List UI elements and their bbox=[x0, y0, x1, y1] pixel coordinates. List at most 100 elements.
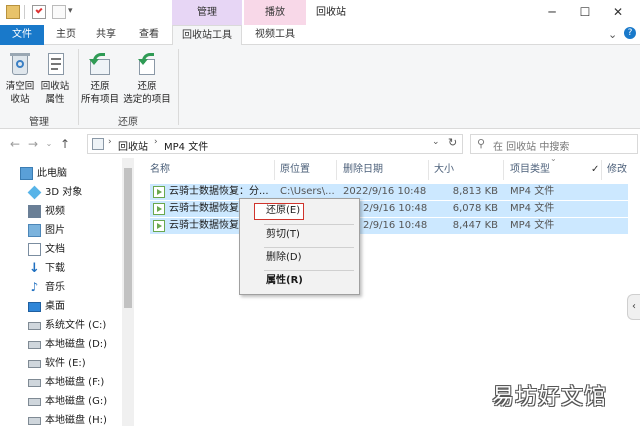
column-header-date-deleted[interactable]: 删除日期 bbox=[343, 158, 383, 182]
ribbon-collapse-icon[interactable]: ⌄ bbox=[608, 28, 617, 41]
recycle-bin-properties-button[interactable]: 回收站 属性 bbox=[38, 51, 72, 106]
menu-item-cut[interactable]: 剪切(T) bbox=[240, 225, 359, 245]
restore-selected-icon bbox=[134, 51, 160, 77]
column-divider[interactable] bbox=[274, 160, 275, 180]
file-size: 8,813 KB bbox=[452, 186, 498, 197]
download-arrow-icon: ↓ bbox=[29, 261, 40, 276]
sort-chevron-icon: ⌄ bbox=[550, 154, 557, 163]
group-divider bbox=[178, 49, 179, 125]
column-header-modified[interactable]: 修改 bbox=[607, 158, 627, 182]
address-bar[interactable]: › 回收站 › MP4 文件 ⌄ ↻ bbox=[87, 134, 463, 154]
empty-recycle-bin-button[interactable]: 清空回 收站 bbox=[3, 51, 37, 106]
recent-dropdown-icon[interactable]: ⌄ bbox=[42, 137, 56, 151]
item-type: MP4 文件 bbox=[510, 220, 555, 231]
table-row[interactable]: 云骑士数据恢复： 2/9/16 10:48 6,078 KB MP4 文件 bbox=[150, 201, 628, 217]
recycle-bin-small-icon bbox=[92, 138, 104, 150]
forward-arrow-icon[interactable]: → bbox=[26, 137, 40, 151]
computer-icon bbox=[20, 167, 33, 180]
side-expand-icon[interactable]: ‹ bbox=[627, 294, 640, 320]
tab-file[interactable]: 文件 bbox=[0, 25, 44, 45]
column-divider[interactable] bbox=[336, 160, 337, 180]
folder-icon[interactable] bbox=[6, 5, 20, 19]
column-header-name[interactable]: 名称 bbox=[150, 158, 170, 182]
search-icon: ⚲ bbox=[477, 137, 486, 150]
window-title: 回收站 bbox=[316, 7, 346, 18]
watermark: 易坊好文馆 bbox=[492, 385, 608, 410]
ribbon: 清空回 收站 回收站 属性 管理 还原 所有项目 还原 选定的项目 还原 bbox=[0, 45, 640, 129]
menu-item-properties[interactable]: 属性(R) bbox=[240, 271, 359, 291]
search-box[interactable]: ⚲ 在 回收站 中搜索 bbox=[470, 134, 638, 154]
drive-icon bbox=[28, 417, 41, 425]
group-label-restore: 还原 bbox=[118, 117, 138, 128]
tab-share[interactable]: 共享 bbox=[88, 25, 124, 45]
sidebar-scroll-thumb[interactable] bbox=[124, 168, 132, 308]
tab-view[interactable]: 查看 bbox=[130, 25, 168, 45]
search-placeholder: 在 回收站 中搜索 bbox=[493, 142, 570, 153]
navigation-pane: 此电脑 3D 对象 视频 图片 文档 ↓ 下载 ♪ 音乐 桌面 系统文件 (C:… bbox=[0, 158, 136, 426]
ribbon-tab-row: 文件 主页 共享 查看 回收站工具 视频工具 ⌄ ? bbox=[0, 25, 640, 46]
tab-recycle-bin-tools[interactable]: 回收站工具 bbox=[172, 25, 242, 46]
tab-video-tools[interactable]: 视频工具 bbox=[244, 25, 306, 45]
properties-check-icon[interactable] bbox=[32, 5, 46, 19]
column-divider[interactable] bbox=[601, 160, 602, 180]
column-header-size[interactable]: 大小 bbox=[434, 158, 454, 182]
new-folder-icon[interactable] bbox=[52, 5, 66, 19]
drive-icon bbox=[28, 398, 41, 406]
menu-item-delete[interactable]: 删除(D) bbox=[240, 248, 359, 268]
sidebar-scrollbar[interactable] bbox=[122, 158, 134, 426]
bin-properties-label: 回收站 属性 bbox=[40, 81, 70, 105]
column-check-icon[interactable]: ✓ bbox=[591, 164, 599, 175]
column-divider[interactable] bbox=[503, 160, 504, 180]
column-divider[interactable] bbox=[428, 160, 429, 180]
drive-icon bbox=[28, 341, 41, 349]
drive-icon bbox=[28, 322, 41, 330]
video-file-icon bbox=[153, 186, 165, 198]
music-note-icon: ♪ bbox=[30, 280, 39, 294]
divider bbox=[24, 5, 25, 19]
recycle-bin-icon bbox=[7, 51, 33, 77]
column-header-item-type[interactable]: 项目类型 bbox=[510, 158, 550, 182]
group-label-manage: 管理 bbox=[29, 117, 49, 128]
desktop-icon bbox=[28, 302, 41, 312]
context-tab-manage[interactable]: 管理 bbox=[172, 0, 242, 25]
close-button[interactable]: ✕ bbox=[596, 0, 640, 25]
group-divider bbox=[78, 49, 79, 125]
properties-icon bbox=[42, 51, 68, 77]
file-size: 6,078 KB bbox=[452, 203, 498, 214]
restore-all-icon bbox=[87, 51, 113, 77]
drive-icon bbox=[28, 379, 41, 387]
breadcrumb-recycle-bin[interactable]: 回收站 bbox=[118, 138, 148, 153]
menu-item-restore[interactable]: 还原(E) bbox=[240, 201, 359, 221]
item-type: MP4 文件 bbox=[510, 186, 555, 197]
documents-folder-icon bbox=[28, 243, 41, 256]
qat-dropdown-icon[interactable]: ▾ bbox=[68, 6, 73, 16]
breadcrumb-chevron-icon: › bbox=[154, 137, 158, 147]
restore-selected-button[interactable]: 还原 选定的项目 bbox=[120, 51, 174, 106]
breadcrumb-mp4-files[interactable]: MP4 文件 bbox=[164, 138, 208, 153]
refresh-icon[interactable]: ↻ bbox=[448, 136, 457, 149]
video-file-icon bbox=[153, 203, 165, 215]
cube-icon bbox=[27, 185, 42, 200]
video-file-icon bbox=[153, 220, 165, 232]
restore-selected-label: 还原 选定的项目 bbox=[123, 81, 171, 105]
title-bar: ▾ 管理 播放 回收站 ─ ☐ ✕ bbox=[0, 0, 640, 25]
help-icon[interactable]: ? bbox=[624, 27, 636, 39]
context-tab-play[interactable]: 播放 bbox=[244, 0, 306, 25]
address-dropdown-icon[interactable]: ⌄ bbox=[432, 137, 440, 147]
restore-all-label: 还原 所有项目 bbox=[80, 81, 119, 105]
column-header-original-location[interactable]: 原位置 bbox=[280, 158, 310, 182]
table-row[interactable]: 云骑士数据恢复： 2/9/16 10:48 8,447 KB MP4 文件 bbox=[150, 218, 628, 234]
restore-all-button[interactable]: 还原 所有项目 bbox=[80, 51, 120, 106]
empty-bin-label: 清空回 收站 bbox=[5, 81, 35, 105]
drive-icon bbox=[28, 360, 41, 368]
file-size: 8,447 KB bbox=[452, 220, 498, 231]
pictures-folder-icon bbox=[28, 224, 41, 237]
table-row[interactable]: 云骑士数据恢复：分... C:\Users\... 2022/9/16 10:4… bbox=[150, 184, 628, 200]
back-arrow-icon[interactable]: ← bbox=[8, 137, 22, 151]
context-menu: 还原(E) 剪切(T) 删除(D) 属性(R) bbox=[239, 198, 360, 295]
tab-home[interactable]: 主页 bbox=[48, 25, 84, 45]
item-type: MP4 文件 bbox=[510, 203, 555, 214]
video-folder-icon bbox=[28, 205, 41, 218]
breadcrumb-chevron-icon: › bbox=[108, 137, 112, 147]
up-arrow-icon[interactable]: ↑ bbox=[58, 137, 72, 151]
